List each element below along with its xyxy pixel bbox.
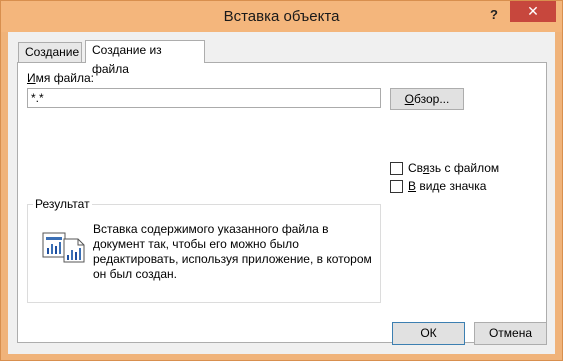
browse-button[interactable]: Обзор... <box>390 88 464 110</box>
display-as-icon-label: В виде значка <box>408 179 487 193</box>
result-group: Результат Вставка содержимого указанного… <box>27 197 381 303</box>
tab-create-new[interactable]: Создание <box>18 42 82 63</box>
filename-label: Имя файла: <box>27 71 94 85</box>
embedded-document-chart-icon <box>42 232 85 263</box>
link-to-file-label: Связь с файлом <box>408 161 500 175</box>
ok-button[interactable]: ОК <box>392 322 465 345</box>
help-button[interactable]: ? <box>481 4 507 26</box>
link-to-file-checkbox[interactable] <box>390 162 403 176</box>
tab-create-from-file[interactable]: Создание из файла <box>85 40 205 76</box>
close-button[interactable]: ✕ <box>510 1 556 22</box>
result-description: Вставка содержимого указанного файла в д… <box>93 222 372 281</box>
cancel-button[interactable]: Отмена <box>474 322 547 345</box>
tab-panel: Имя файла: Обзор... Связь с файлом В вид… <box>17 62 547 343</box>
dialog-client: Создание Создание из файла Имя файла: Об… <box>8 32 555 354</box>
dialog-title: Вставка объекта <box>223 8 340 25</box>
title-bar[interactable]: Вставка объекта ? ✕ <box>1 1 562 32</box>
display-as-icon-option[interactable]: В виде значка <box>390 179 486 195</box>
display-as-icon-checkbox[interactable] <box>390 180 403 194</box>
link-to-file-option[interactable]: Связь с файлом <box>390 161 499 177</box>
insert-object-dialog: Вставка объекта ? ✕ Создание Создание из… <box>0 0 563 361</box>
filename-input[interactable] <box>27 88 381 108</box>
result-legend: Результат <box>33 197 92 211</box>
